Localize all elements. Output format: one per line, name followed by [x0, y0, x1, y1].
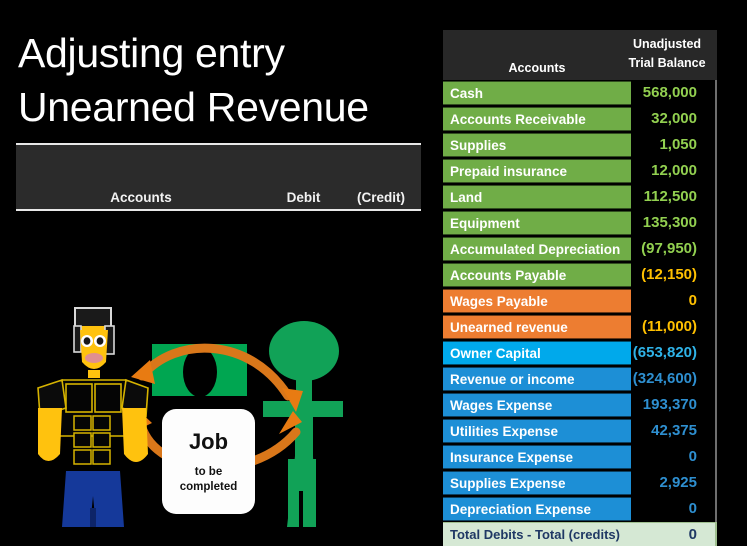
- account-label: Equipment: [443, 211, 631, 235]
- account-label: Land: [443, 185, 631, 209]
- account-value: 2,925: [631, 470, 717, 496]
- account-value: 32,000: [631, 106, 717, 132]
- account-value: (97,950): [631, 236, 717, 262]
- total-row-label: Total Debits - Total (credits): [443, 522, 631, 546]
- trial-balance-body: Cash 568,000 Accounts Receivable 32,000 Supp…: [443, 80, 717, 522]
- table-row: Equipment 135,300: [443, 210, 717, 236]
- trial-balance-header: Accounts Unadjusted Trial Balance: [443, 30, 717, 80]
- account-label: Supplies: [443, 133, 631, 157]
- table-row: Accumulated Depreciation (97,950): [443, 236, 717, 262]
- account-value: (12,150): [631, 262, 717, 288]
- account-value: 0: [631, 288, 717, 314]
- table-row: Owner Capital (653,820): [443, 340, 717, 366]
- account-label: Depreciation Expense: [443, 497, 631, 521]
- money-bill-portrait-oval: [183, 347, 217, 397]
- journal-underline-debit: [266, 209, 339, 211]
- account-label: Unearned revenue: [443, 315, 631, 339]
- slide-root: Adjusting entry Unearned Revenue Account…: [0, 0, 747, 546]
- account-value: 568,000: [631, 80, 717, 106]
- table-row: Supplies 1,050: [443, 132, 717, 158]
- account-value: 0: [631, 496, 717, 522]
- account-label: Owner Capital: [443, 341, 631, 365]
- job-card-title: Job: [188, 428, 229, 454]
- account-label: Wages Payable: [443, 289, 631, 313]
- account-label: Insurance Expense: [443, 445, 631, 469]
- table-row: Accounts Payable (12,150): [443, 262, 717, 288]
- table-row: Accounts Receivable 32,000: [443, 106, 717, 132]
- left-content-panel: Adjusting entry Unearned Revenue Account…: [0, 0, 440, 527]
- journal-column-accounts: Accounts: [110, 190, 172, 205]
- total-row-value: 0: [631, 522, 717, 546]
- journal-column-debit: Debit: [286, 190, 321, 205]
- table-row: Wages Expense 193,370: [443, 392, 717, 418]
- table-row: Depreciation Expense 0: [443, 496, 717, 522]
- trial-balance-header-unadjusted: Unadjusted Trial Balance: [628, 37, 706, 70]
- table-row-total: Total Debits - Total (credits) 0: [443, 522, 717, 546]
- account-label: Wages Expense: [443, 393, 631, 417]
- journal-entry-table: Accounts Debit (Credit): [16, 143, 421, 211]
- trial-balance-header-accounts: Accounts: [508, 61, 566, 75]
- job-card-content: Job to be completed: [162, 409, 255, 514]
- account-value: 0: [631, 444, 717, 470]
- account-value: 193,370: [631, 392, 717, 418]
- table-row: Prepaid insurance 12,000: [443, 158, 717, 184]
- job-card-subtitle: to be completed: [179, 465, 238, 493]
- table-row: Revenue or income (324,600): [443, 366, 717, 392]
- account-label: Accounts Receivable: [443, 107, 631, 131]
- account-label: Supplies Expense: [443, 471, 631, 495]
- account-label: Prepaid insurance: [443, 159, 631, 183]
- table-row: Land 112,500: [443, 184, 717, 210]
- account-label: Accounts Payable: [443, 263, 631, 287]
- journal-entry-header-row: Accounts Debit (Credit): [16, 185, 421, 205]
- table-row: Cash 568,000: [443, 80, 717, 106]
- account-value: 42,375: [631, 418, 717, 444]
- journal-underline-accounts: [16, 209, 262, 211]
- table-row: Utilities Expense 42,375: [443, 418, 717, 444]
- table-row: Insurance Expense 0: [443, 444, 717, 470]
- account-label: Utilities Expense: [443, 419, 631, 443]
- account-label: Accumulated Depreciation: [443, 237, 631, 261]
- journal-column-credit: (Credit): [357, 190, 405, 205]
- trial-balance-table: Accounts Unadjusted Trial Balance Cash 56…: [443, 30, 717, 546]
- account-value: (324,600): [631, 366, 717, 392]
- journal-underline-credit: [343, 209, 421, 211]
- account-value: (653,820): [631, 340, 717, 366]
- account-label: Revenue or income: [443, 367, 631, 391]
- account-label: Cash: [443, 81, 631, 105]
- account-value: 112,500: [631, 184, 717, 210]
- account-value: (11,000): [631, 314, 717, 340]
- account-value: 135,300: [631, 210, 717, 236]
- illustration-graphic: Job to be completed: [0, 296, 440, 527]
- account-value: 1,050: [631, 132, 717, 158]
- table-row: Supplies Expense 2,925: [443, 470, 717, 496]
- table-row: Unearned revenue (11,000): [443, 314, 717, 340]
- page-title: Adjusting entry Unearned Revenue: [18, 30, 369, 130]
- table-row: Wages Payable 0: [443, 288, 717, 314]
- account-value: 12,000: [631, 158, 717, 184]
